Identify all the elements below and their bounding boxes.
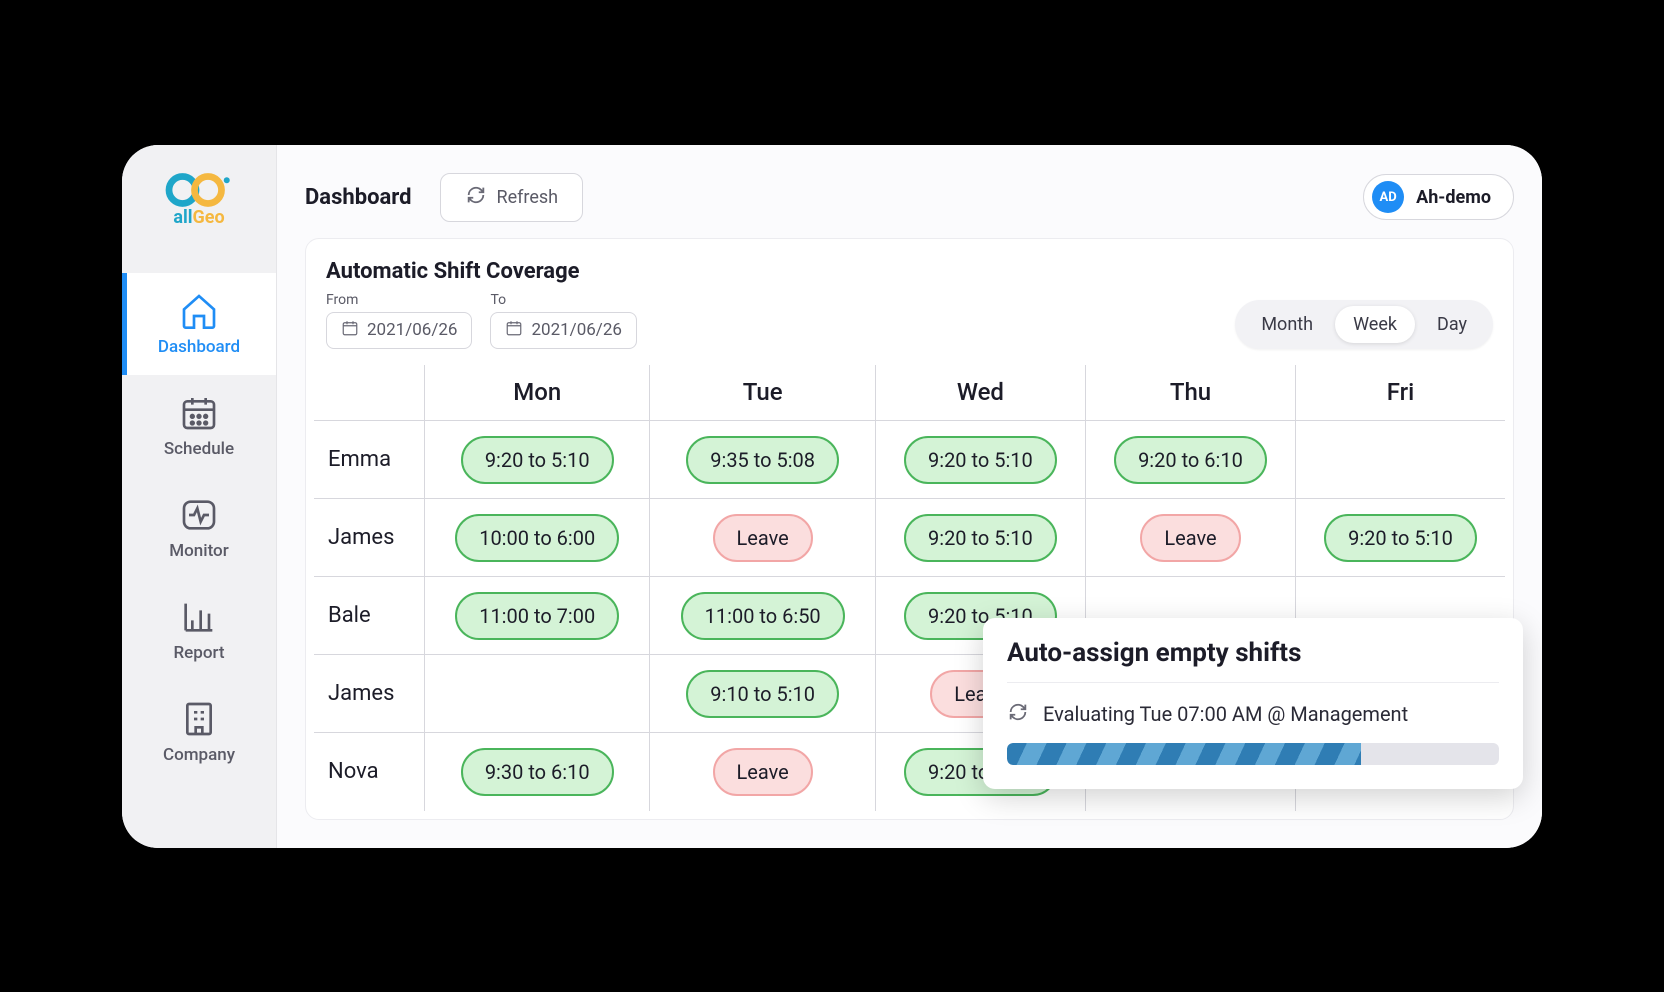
sidebar-item-label: Schedule <box>164 439 234 459</box>
sidebar-item-company[interactable]: Company <box>122 681 276 783</box>
view-week-button[interactable]: Week <box>1335 306 1415 343</box>
view-month-button[interactable]: Month <box>1243 306 1331 343</box>
main-content: Dashboard Refresh AD Ah-demo Automatic S… <box>277 145 1542 848</box>
leave-pill[interactable]: Leave <box>713 514 813 562</box>
schedule-cell: 9:10 to 5:10 <box>650 655 875 733</box>
shift-pill[interactable]: 9:20 to 5:10 <box>904 436 1057 484</box>
avatar: AD <box>1372 181 1404 213</box>
schedule-cell <box>1296 421 1505 499</box>
employee-name: Bale <box>314 577 425 655</box>
view-day-button[interactable]: Day <box>1419 306 1485 343</box>
leave-pill[interactable]: Leave <box>713 748 813 796</box>
refresh-icon <box>465 184 487 211</box>
employee-name: James <box>314 499 425 577</box>
user-menu[interactable]: AD Ah-demo <box>1363 174 1514 220</box>
schedule-cell: 9:20 to 5:10 <box>425 421 650 499</box>
popup-status: Evaluating Tue 07:00 AM @ Management <box>1043 702 1408 726</box>
bar-chart-icon <box>179 597 219 637</box>
shift-pill[interactable]: 9:20 to 5:10 <box>1324 514 1477 562</box>
shift-pill[interactable]: 9:30 to 6:10 <box>461 748 614 796</box>
schedule-cell: 9:20 to 5:10 <box>1296 499 1505 577</box>
calendar-icon <box>179 393 219 433</box>
progress-bar <box>1007 743 1499 765</box>
sidebar-item-dashboard[interactable]: Dashboard <box>122 273 276 375</box>
to-date-value: 2021/06/26 <box>531 320 621 340</box>
sidebar-item-schedule[interactable]: Schedule <box>122 375 276 477</box>
shift-pill[interactable]: 9:35 to 5:08 <box>686 436 839 484</box>
shift-pill[interactable]: 9:20 to 5:10 <box>461 436 614 484</box>
day-header: Mon <box>425 365 650 421</box>
name-column-header <box>314 365 425 421</box>
building-icon <box>179 699 219 739</box>
view-toggle: MonthWeekDay <box>1235 300 1493 349</box>
page-title: Dashboard <box>305 185 412 210</box>
schedule-cell: Leave <box>1085 499 1295 577</box>
from-date-input[interactable]: 2021/06/26 <box>326 312 472 349</box>
schedule-cell: 9:20 to 5:10 <box>875 499 1085 577</box>
shift-pill[interactable]: 11:00 to 7:00 <box>455 592 619 640</box>
employee-name: James <box>314 655 425 733</box>
schedule-cell: Leave <box>650 499 875 577</box>
sidebar-item-monitor[interactable]: Monitor <box>122 477 276 579</box>
schedule-cell: 11:00 to 6:50 <box>650 577 875 655</box>
sidebar-item-report[interactable]: Report <box>122 579 276 681</box>
topbar: Dashboard Refresh AD Ah-demo <box>305 145 1514 238</box>
schedule-cell: 10:00 to 6:00 <box>425 499 650 577</box>
shift-pill[interactable]: 11:00 to 6:50 <box>681 592 845 640</box>
shift-pill[interactable]: 9:20 to 6:10 <box>1114 436 1267 484</box>
schedule-cell: 9:35 to 5:08 <box>650 421 875 499</box>
schedule-cell: 11:00 to 7:00 <box>425 577 650 655</box>
calendar-icon <box>341 319 359 342</box>
schedule-cell: 9:20 to 5:10 <box>875 421 1085 499</box>
day-header: Tue <box>650 365 875 421</box>
shift-pill[interactable]: 9:10 to 5:10 <box>686 670 839 718</box>
employee-name: Nova <box>314 733 425 811</box>
card-title: Automatic Shift Coverage <box>326 259 637 284</box>
sidebar-item-label: Report <box>173 643 224 663</box>
brand-logo: allGeo <box>149 169 249 233</box>
shift-pill[interactable]: 10:00 to 6:00 <box>455 514 619 562</box>
popup-title: Auto-assign empty shifts <box>1007 638 1499 683</box>
day-header: Wed <box>875 365 1085 421</box>
sidebar-item-label: Dashboard <box>158 337 240 357</box>
calendar-icon <box>505 319 523 342</box>
heart-monitor-icon <box>179 495 219 535</box>
schedule-cell: 9:20 to 6:10 <box>1085 421 1295 499</box>
employee-name: Emma <box>314 421 425 499</box>
sidebar-item-label: Monitor <box>169 541 228 561</box>
sidebar-item-label: Company <box>163 745 235 765</box>
to-date-input[interactable]: 2021/06/26 <box>490 312 636 349</box>
from-date-value: 2021/06/26 <box>367 320 457 340</box>
refresh-button[interactable]: Refresh <box>440 173 584 222</box>
day-header: Thu <box>1085 365 1295 421</box>
home-icon <box>179 291 219 331</box>
shift-pill[interactable]: 9:20 to 5:10 <box>904 514 1057 562</box>
sidebar: allGeo Dashboard Schedule Monitor Report Com… <box>122 145 277 848</box>
table-row: James 10:00 to 6:00 Leave 9:20 to 5:10 Leave… <box>314 499 1505 577</box>
leave-pill[interactable]: Leave <box>1140 514 1240 562</box>
svg-text:allGeo: allGeo <box>173 207 224 228</box>
schedule-cell <box>425 655 650 733</box>
user-name: Ah-demo <box>1416 187 1491 208</box>
schedule-cell: Leave <box>650 733 875 811</box>
spinner-icon <box>1007 701 1029 727</box>
day-header: Fri <box>1296 365 1505 421</box>
table-row: Emma 9:20 to 5:10 9:35 to 5:08 9:20 to 5:10… <box>314 421 1505 499</box>
from-label: From <box>326 292 472 308</box>
app-frame: allGeo Dashboard Schedule Monitor Report Com… <box>122 145 1542 848</box>
refresh-label: Refresh <box>497 187 559 208</box>
auto-assign-popup: Auto-assign empty shifts Evaluating Tue … <box>983 618 1523 789</box>
shift-coverage-card: Automatic Shift Coverage From 2021/06/26… <box>305 238 1514 820</box>
progress-fill <box>1007 743 1361 765</box>
schedule-cell: 9:30 to 6:10 <box>425 733 650 811</box>
to-label: To <box>490 292 636 308</box>
